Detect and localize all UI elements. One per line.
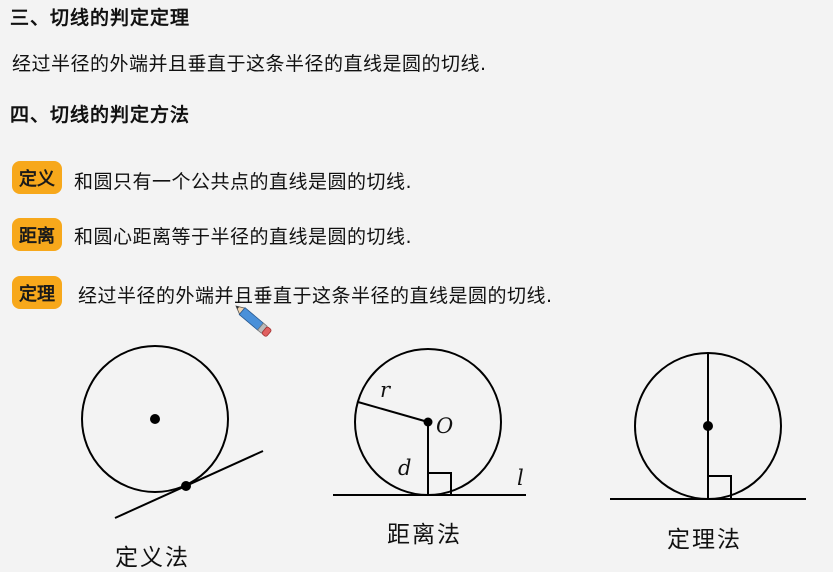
label-d: d (398, 456, 412, 480)
label-r: r (380, 378, 391, 402)
pencil-icon (235, 305, 272, 337)
caption-theorem: 定理法 (667, 527, 742, 553)
radius-line-2 (357, 401, 429, 423)
label-O: O (436, 414, 454, 438)
caption-distance: 距离法 (387, 522, 462, 548)
figure-distance (333, 348, 526, 496)
figures-canvas (81, 305, 806, 519)
center-point-3 (703, 421, 713, 431)
label-l: l (517, 466, 524, 490)
caption-definition: 定义法 (115, 545, 190, 571)
figure-definition (81, 345, 264, 519)
tangent-point-1 (181, 481, 191, 491)
center-point-1 (150, 414, 160, 424)
figure-theorem (610, 352, 806, 500)
